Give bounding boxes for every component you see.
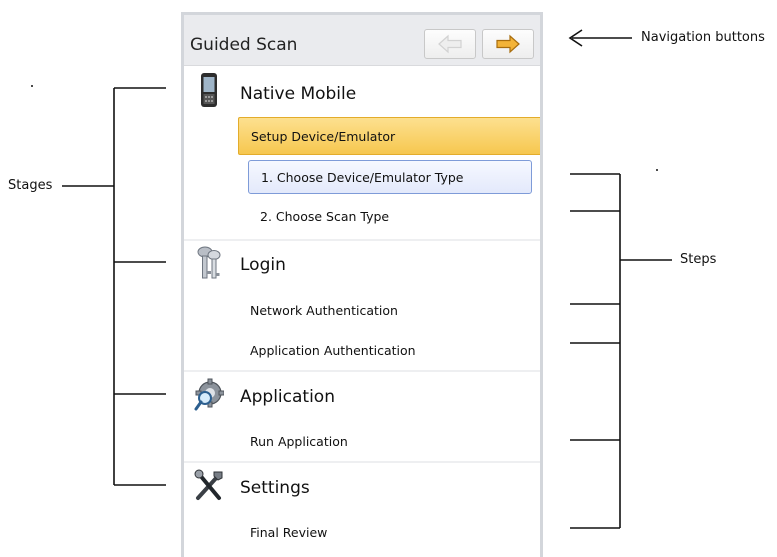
stray-dot — [31, 85, 33, 87]
annotation-lines — [31, 29, 672, 529]
stray-dot — [656, 169, 658, 171]
